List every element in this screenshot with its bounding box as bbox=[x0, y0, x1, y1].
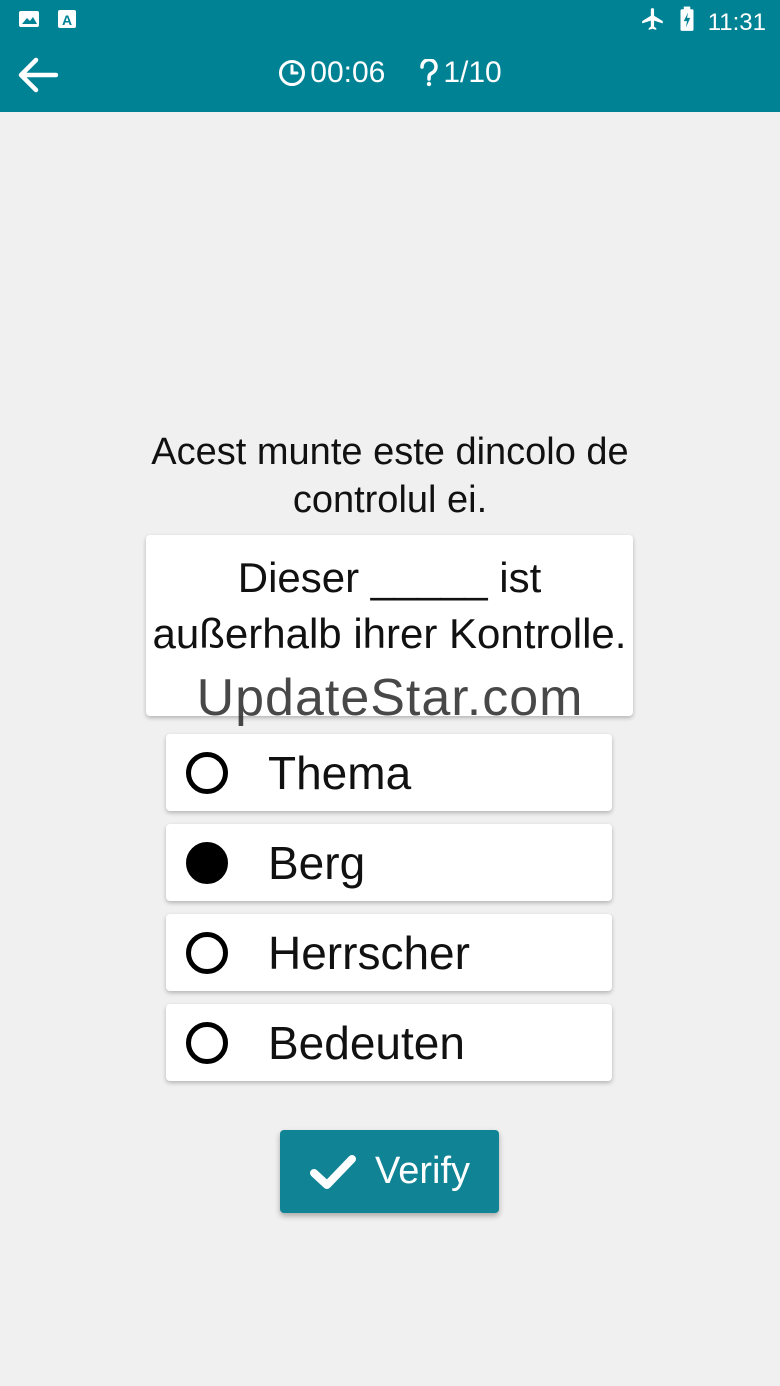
timer-value: 00:06 bbox=[310, 56, 386, 89]
radio-button[interactable] bbox=[186, 931, 228, 974]
question-progress: 1/10 bbox=[419, 56, 502, 90]
question-mark-icon bbox=[420, 59, 439, 87]
question-prompt: Acest munte este dincolo de controlul ei… bbox=[151, 431, 629, 521]
option-thema[interactable]: Thema bbox=[166, 734, 612, 811]
image-icon bbox=[18, 8, 40, 35]
status-left: A bbox=[18, 8, 78, 35]
quiz-info: 00:06 1/10 bbox=[0, 56, 780, 90]
app-bar: A 11:31 00:06 1/10 bbox=[0, 0, 780, 112]
status-time: 11:31 bbox=[707, 8, 766, 36]
option-label: Thema bbox=[268, 746, 412, 799]
sentence-text: Dieser _____ ist außerhalb ihrer Kontrol… bbox=[152, 554, 627, 657]
checkmark-icon bbox=[309, 1154, 356, 1189]
option-label: Berg bbox=[268, 836, 366, 889]
radio-button[interactable] bbox=[186, 751, 228, 794]
progress-value: 1/10 bbox=[443, 56, 502, 89]
option-berg[interactable]: Berg bbox=[166, 824, 612, 901]
option-herrscher[interactable]: Herrscher bbox=[166, 914, 612, 991]
status-right: 11:31 bbox=[640, 6, 766, 39]
verify-label: Verify bbox=[374, 1150, 471, 1192]
watermark: UpdateStar.com bbox=[196, 669, 584, 727]
text-a-icon: A bbox=[56, 8, 78, 35]
battery-charging-icon bbox=[678, 6, 696, 39]
verify-button[interactable]: Verify bbox=[280, 1130, 499, 1213]
option-label: Bedeuten bbox=[268, 1016, 465, 1069]
svg-text:A: A bbox=[62, 12, 72, 28]
airplane-icon bbox=[640, 6, 666, 39]
radio-button[interactable] bbox=[186, 1021, 228, 1064]
option-label: Herrscher bbox=[268, 926, 470, 979]
timer: 00:06 bbox=[278, 56, 385, 90]
answer-options: Thema Berg Herrscher Bedeuten bbox=[166, 734, 612, 1094]
clock-icon bbox=[279, 60, 306, 86]
option-bedeuten[interactable]: Bedeuten bbox=[166, 1004, 612, 1081]
radio-button-selected[interactable] bbox=[186, 841, 228, 884]
